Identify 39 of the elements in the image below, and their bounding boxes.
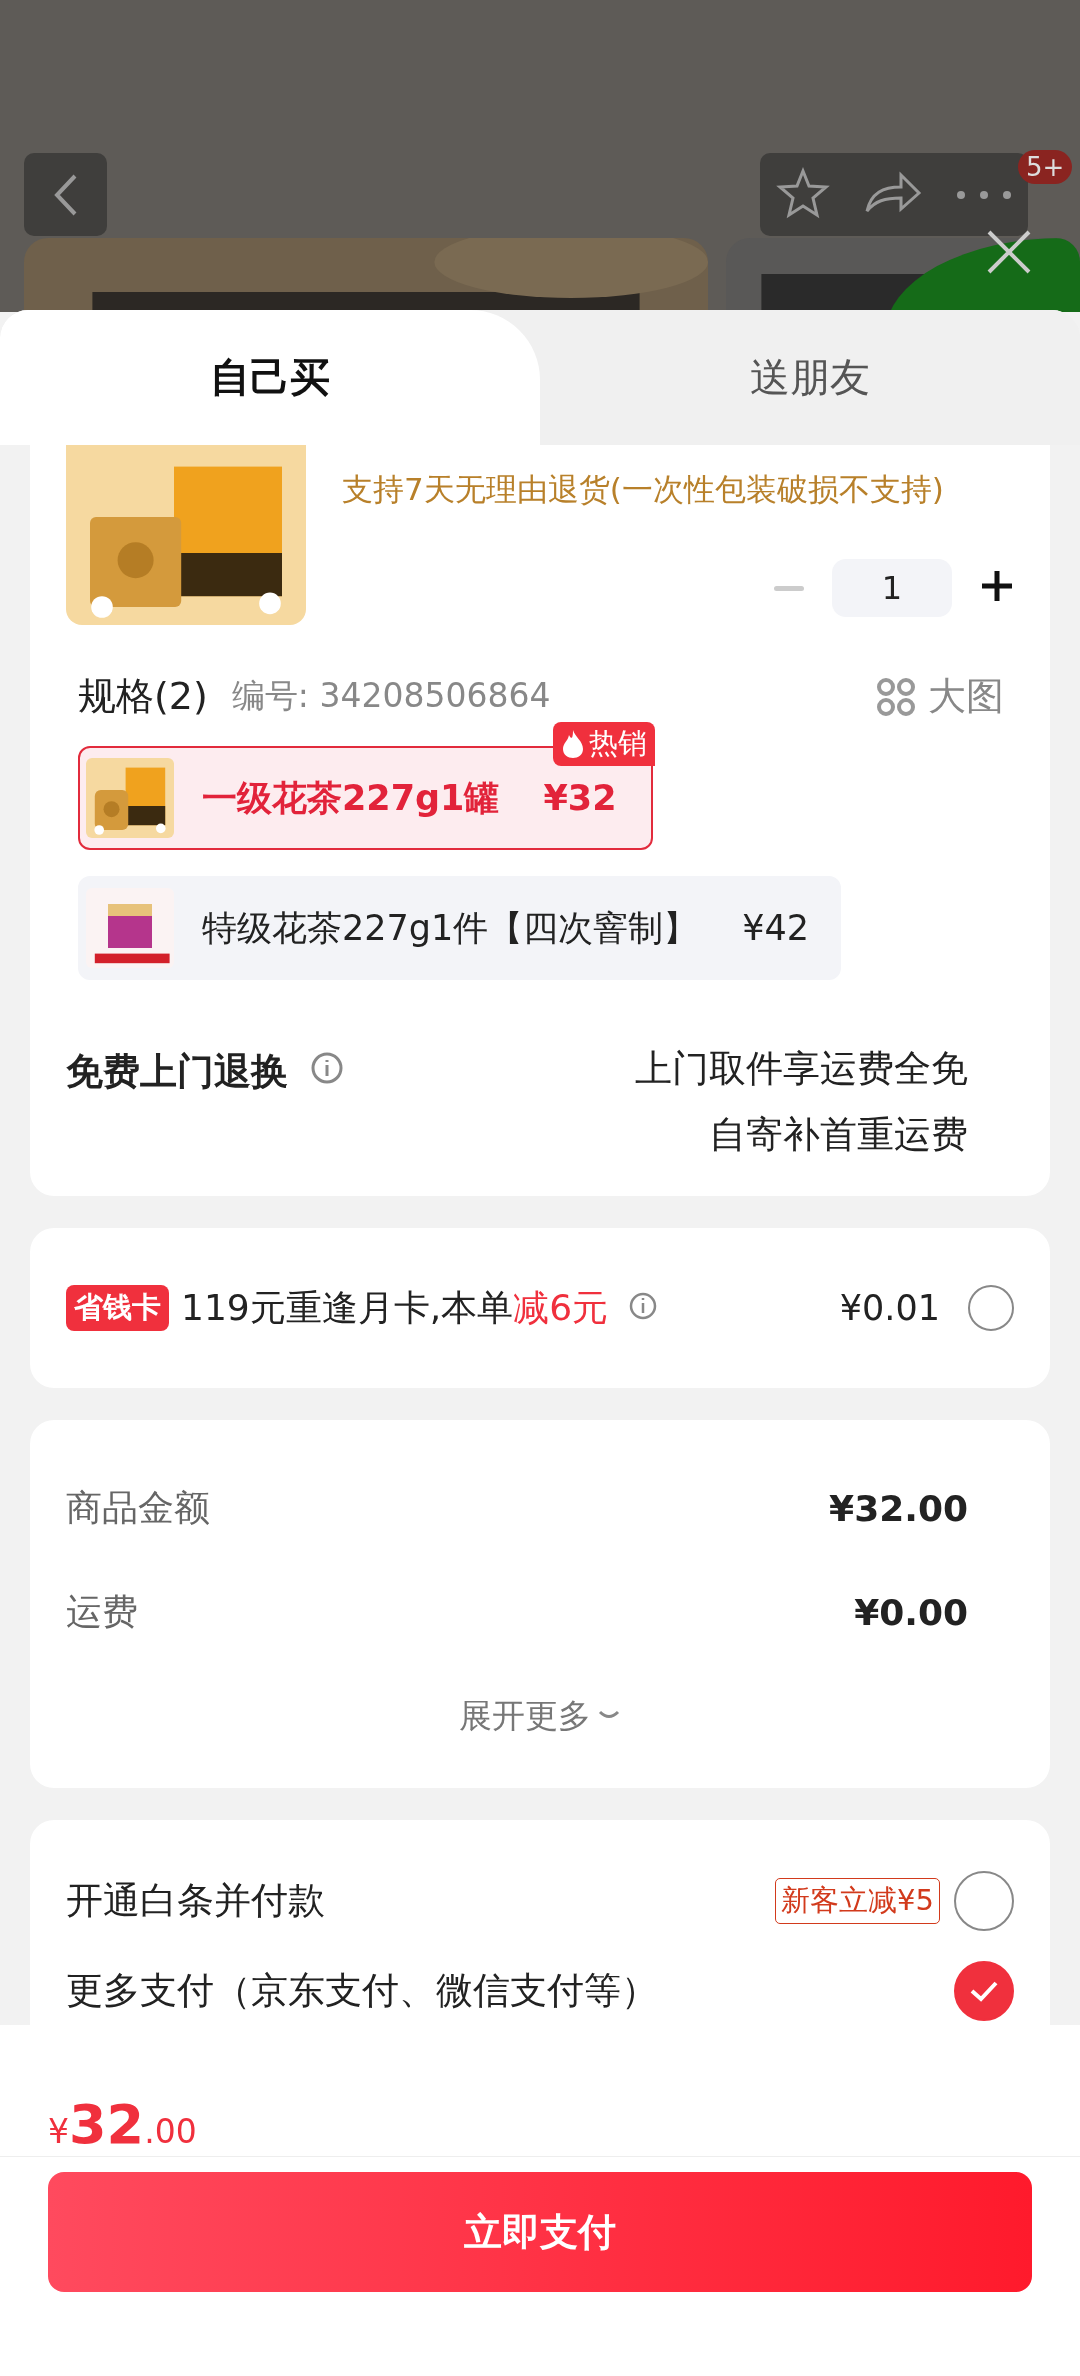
total-price: ¥32.00	[0, 2025, 1080, 2157]
payment-option-label: 开通白条并付款	[66, 1878, 326, 1924]
savings-card-offer: 119元重逢月卡,本单减6元	[181, 1285, 609, 1330]
big-image-button[interactable]: 大图	[876, 671, 1004, 722]
return-service-title: 免费上门退换	[66, 1049, 288, 1095]
return-service-note: 上门取件享运费全免	[635, 1046, 968, 1092]
return-policy-text: 支持7天无理由退货(一次性包装破损不支持)	[342, 470, 945, 509]
check-icon	[969, 1979, 999, 2003]
summary-value: ¥32.00	[829, 1487, 968, 1529]
summary-label: 商品金额	[66, 1485, 210, 1530]
info-icon	[310, 1050, 344, 1085]
share-icon	[863, 170, 923, 215]
radio-button[interactable]	[954, 1871, 1014, 1931]
flame-icon	[560, 729, 585, 759]
summary-value: ¥0.00	[854, 1591, 968, 1633]
spec-option[interactable]: 特级花茶227g1件【四次窨制】 ¥42	[78, 876, 842, 980]
return-service-note: 自寄补首重运费	[709, 1112, 968, 1158]
close-icon	[985, 228, 1033, 276]
product-code: 编号: 34208506864	[231, 675, 552, 717]
back-button[interactable]	[24, 153, 107, 236]
tab[interactable]: 自己买	[0, 310, 540, 445]
checkbox[interactable]	[968, 1285, 1014, 1331]
info-icon	[628, 1291, 659, 1321]
hot-sale-tag: 热销	[552, 722, 655, 766]
summary-label: 运费	[66, 1589, 138, 1634]
radio-button[interactable]	[954, 1961, 1014, 2021]
plus-icon	[980, 569, 1014, 603]
expand-link[interactable]: 展开更多	[459, 1693, 591, 1739]
pay-now-button[interactable]: 立即支付	[48, 2172, 1032, 2292]
savings-card-price: ¥0.01	[839, 1288, 940, 1328]
notification-badge: 5+	[1018, 150, 1073, 184]
quantity-field[interactable]: 1	[832, 559, 952, 617]
star-icon	[776, 166, 831, 219]
payment-option-label: 更多支付（京东支付、微信支付等）	[66, 1968, 659, 2014]
savings-card-badge: 省钱卡	[66, 1285, 169, 1331]
spec-title: 规格(2)	[78, 673, 208, 720]
promo-tag: 新客立减¥5	[775, 1878, 940, 1924]
more-icon	[955, 190, 1012, 200]
grid-icon	[876, 676, 916, 717]
